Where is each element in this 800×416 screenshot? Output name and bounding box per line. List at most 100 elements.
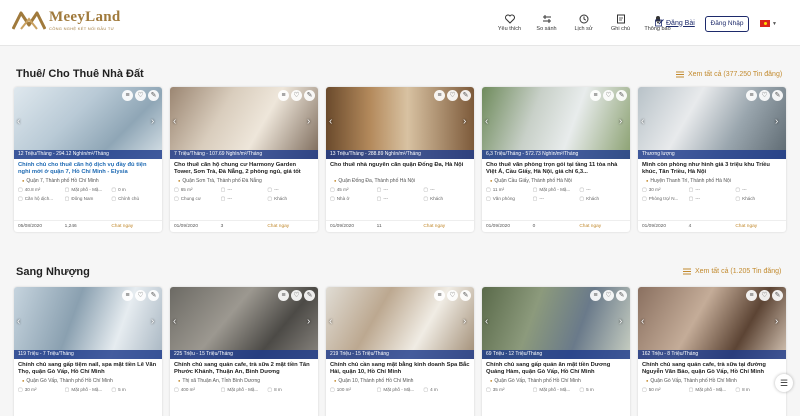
chevron-left-icon[interactable]: ‹ <box>329 317 337 327</box>
heart-icon[interactable]: ♡ <box>759 290 770 301</box>
chevron-right-icon[interactable]: › <box>775 117 783 127</box>
heart-icon[interactable]: ♡ <box>135 90 146 101</box>
note-icon[interactable]: ✎ <box>616 90 627 101</box>
area-value: 100 m² <box>330 387 377 393</box>
listing-photo[interactable]: ≡ ♡ ✎ ‹ › 12 Triệu/Tháng - 294.12 Nghìn/m²/… <box>14 87 162 159</box>
view-all-rent-link[interactable]: Xem tất cả (377.250 Tin đăng) <box>676 71 782 78</box>
nav-history[interactable]: Lịch sử <box>565 14 602 32</box>
heart-icon[interactable]: ♡ <box>291 290 302 301</box>
chevron-left-icon[interactable]: ‹ <box>485 117 493 127</box>
chat-now-button[interactable]: Chat ngay <box>735 224 782 229</box>
listing-title[interactable]: Chính chủ sang gấp quán ăn mặt tiền Dươn… <box>482 359 630 376</box>
compare-icon[interactable]: ≡ <box>434 90 445 101</box>
listing-title[interactable]: Chính chủ sang quán cafe, trà sữa 2 mặt … <box>170 359 318 376</box>
brand-logo[interactable]: MeeyLand CÔNG NGHỆ KẾT NỐI ĐẦU TƯ <box>12 8 121 32</box>
heart-icon[interactable]: ♡ <box>135 290 146 301</box>
listing-title[interactable]: Cho thuê nhà nguyên căn quận Đống Đa, Hà… <box>326 159 474 176</box>
note-icon[interactable]: ✎ <box>772 90 783 101</box>
listing-card[interactable]: ≡ ♡ ✎ ‹ › 225 Triệu - 15 Triệu/Tháng Chính … <box>170 287 318 416</box>
note-icon[interactable]: ✎ <box>460 290 471 301</box>
chevron-right-icon[interactable]: › <box>619 317 627 327</box>
heart-icon[interactable]: ♡ <box>447 90 458 101</box>
listing-card[interactable]: ≡ ♡ ✎ ‹ › 162 Triệu - 8 Triệu/Tháng Chính c… <box>638 287 786 416</box>
listing-title[interactable]: Cho thuê căn hộ chung cư Harmony Garden … <box>170 159 318 176</box>
listing-title[interactable]: Chính chủ sang quán cafe, trà sữa tại đư… <box>638 359 786 376</box>
chevron-right-icon[interactable]: › <box>775 317 783 327</box>
login-button[interactable]: Đăng Nhập <box>705 16 749 32</box>
compare-icon[interactable]: ≡ <box>278 90 289 101</box>
note-icon[interactable]: ✎ <box>304 90 315 101</box>
note-icon[interactable]: ✎ <box>616 290 627 301</box>
chevron-left-icon[interactable]: ‹ <box>641 317 649 327</box>
listing-title[interactable]: Chính chủ sang gấp tiệm nail, spa mặt ti… <box>14 359 162 376</box>
listing-card[interactable]: ≡ ♡ ✎ ‹ › 219 Triệu - 15 Triệu/Tháng Chính … <box>326 287 474 416</box>
listing-photo[interactable]: ≡ ♡ ✎ ‹ › 6,3 Triệu/Tháng - 572.73 Nghìn/m²… <box>482 87 630 159</box>
chat-now-button[interactable]: Chat ngay <box>423 224 470 229</box>
chevron-right-icon[interactable]: › <box>463 317 471 327</box>
listing-title[interactable]: Mình còn phòng như hình giá 3 triệu khu … <box>638 159 786 176</box>
listing-photo[interactable]: ≡ ♡ ✎ ‹ › 69 Triệu - 12 Triệu/Tháng <box>482 287 630 359</box>
chevron-right-icon[interactable]: › <box>151 117 159 127</box>
heart-icon[interactable]: ♡ <box>759 90 770 101</box>
compare-icon[interactable]: ≡ <box>590 290 601 301</box>
price-label: 219 Triệu - 15 Triệu/Tháng <box>326 350 474 359</box>
note-icon[interactable]: ✎ <box>304 290 315 301</box>
nav-label: So sánh <box>536 26 557 32</box>
compare-icon[interactable]: ≡ <box>278 290 289 301</box>
listing-card[interactable]: ≡ ♡ ✎ ‹ › 12 Triệu/Tháng - 294.12 Nghìn/m²/… <box>14 87 162 232</box>
compare-icon[interactable]: ≡ <box>122 90 133 101</box>
listing-photo[interactable]: ≡ ♡ ✎ ‹ › 225 Triệu - 15 Triệu/Tháng <box>170 287 318 359</box>
chevron-right-icon[interactable]: › <box>463 117 471 127</box>
chevron-right-icon[interactable]: › <box>619 117 627 127</box>
listing-photo[interactable]: ≡ ♡ ✎ ‹ › 162 Triệu - 8 Triệu/Tháng <box>638 287 786 359</box>
note-icon[interactable]: ✎ <box>772 290 783 301</box>
listing-card[interactable]: ≡ ♡ ✎ ‹ › 119 Triệu - 7 Triệu/Tháng Chính c… <box>14 287 162 416</box>
heart-icon[interactable]: ♡ <box>603 290 614 301</box>
compare-icon[interactable]: ≡ <box>434 290 445 301</box>
listing-photo[interactable]: ≡ ♡ ✎ ‹ › 119 Triệu - 7 Triệu/Tháng <box>14 287 162 359</box>
chevron-right-icon[interactable]: › <box>307 317 315 327</box>
listing-title[interactable]: Chính chủ cho thuê căn hộ dịch vụ đầy đủ… <box>14 159 162 176</box>
listing-photo[interactable]: ≡ ♡ ✎ ‹ › 13 Triệu/Tháng - 288.89 Nghìn/m²/… <box>326 87 474 159</box>
chevron-left-icon[interactable]: ‹ <box>485 317 493 327</box>
post-listing-link[interactable]: Đăng Bài <box>655 19 695 27</box>
listing-photo[interactable]: ≡ ♡ ✎ ‹ › 219 Triệu - 15 Triệu/Tháng <box>326 287 474 359</box>
chevron-right-icon[interactable]: › <box>307 117 315 127</box>
chevron-left-icon[interactable]: ‹ <box>173 117 181 127</box>
frontage-width: --- <box>423 187 470 193</box>
chat-now-button[interactable]: Chat ngay <box>267 224 314 229</box>
listing-photo[interactable]: ≡ ♡ ✎ ‹ › Thương lượng <box>638 87 786 159</box>
view-all-transfer-link[interactable]: Xem tất cả (1.205 Tin đăng) <box>683 268 781 275</box>
language-selector[interactable]: ▼ <box>760 20 777 27</box>
listing-photo[interactable]: ≡ ♡ ✎ ‹ › 7 Triệu/Tháng - 107.69 Nghìn/m²/T… <box>170 87 318 159</box>
listing-card[interactable]: ≡ ♡ ✎ ‹ › 13 Triệu/Tháng - 288.89 Nghìn/m²/… <box>326 87 474 232</box>
nav-compare[interactable]: So sánh <box>528 14 565 32</box>
listing-title[interactable]: Chính chủ cần sang mặt bằng kinh doanh S… <box>326 359 474 376</box>
listing-title[interactable]: Cho thuê văn phòng trọn gói tại tầng 11 … <box>482 159 630 176</box>
chat-bubble-icon[interactable]: ☰ <box>775 374 793 392</box>
compare-icon[interactable]: ≡ <box>746 290 757 301</box>
compare-icon[interactable]: ≡ <box>746 90 757 101</box>
note-icon[interactable]: ✎ <box>460 90 471 101</box>
note-icon[interactable]: ✎ <box>148 90 159 101</box>
chat-now-button[interactable]: Chat ngay <box>111 224 158 229</box>
nav-notes[interactable]: Ghi chú <box>602 14 639 32</box>
heart-icon[interactable]: ♡ <box>291 90 302 101</box>
chevron-left-icon[interactable]: ‹ <box>329 117 337 127</box>
heart-icon[interactable]: ♡ <box>447 290 458 301</box>
listing-card[interactable]: ≡ ♡ ✎ ‹ › 69 Triệu - 12 Triệu/Tháng Chính c… <box>482 287 630 416</box>
listing-card[interactable]: ≡ ♡ ✎ ‹ › 7 Triệu/Tháng - 107.69 Nghìn/m²/T… <box>170 87 318 232</box>
chat-now-button[interactable]: Chat ngay <box>579 224 626 229</box>
heart-icon[interactable]: ♡ <box>603 90 614 101</box>
listing-card[interactable]: ≡ ♡ ✎ ‹ › Thương lượng Mình còn phòng như h… <box>638 87 786 232</box>
chevron-left-icon[interactable]: ‹ <box>173 317 181 327</box>
compare-icon[interactable]: ≡ <box>122 290 133 301</box>
chevron-right-icon[interactable]: › <box>151 317 159 327</box>
chevron-left-icon[interactable]: ‹ <box>17 317 25 327</box>
chevron-left-icon[interactable]: ‹ <box>641 117 649 127</box>
listing-card[interactable]: ≡ ♡ ✎ ‹ › 6,3 Triệu/Tháng - 572.73 Nghìn/m²… <box>482 87 630 232</box>
nav-favorites[interactable]: Yêu thích <box>491 14 528 32</box>
chevron-left-icon[interactable]: ‹ <box>17 117 25 127</box>
compare-icon[interactable]: ≡ <box>590 90 601 101</box>
note-icon[interactable]: ✎ <box>148 290 159 301</box>
